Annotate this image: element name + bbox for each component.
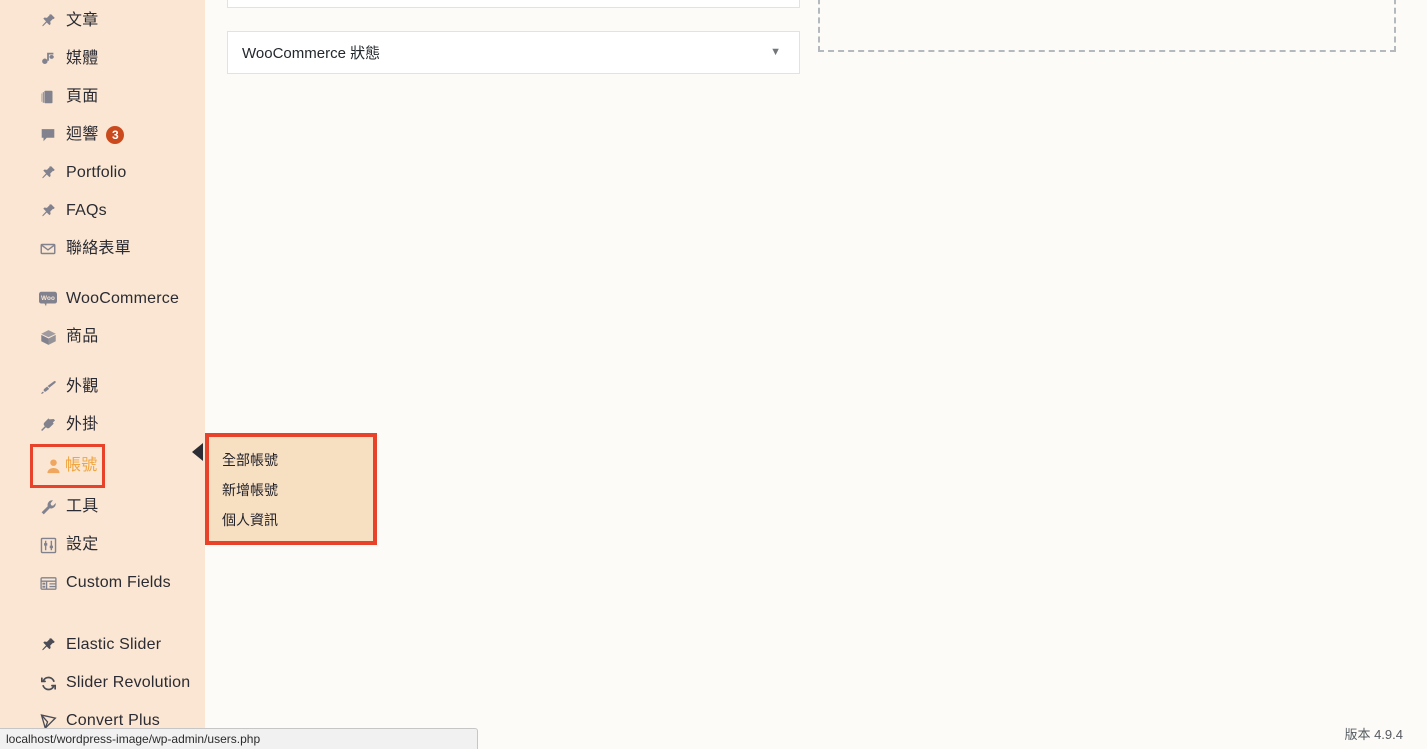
submenu-item-add-user[interactable]: 新增帳號 [209,475,373,505]
pin-icon [38,11,58,31]
sidebar-item-label: 工具 [66,498,99,515]
grid-icon [38,573,58,593]
chevron-down-icon[interactable]: ▼ [766,43,785,62]
sidebar-item-label: 文章 [66,12,99,29]
brush-icon [38,377,58,397]
sidebar-item-plugins[interactable]: 外掛 [0,406,205,444]
woocommerce-status-title: WooCommerce 狀態 [242,45,381,62]
admin-screen: 文章 媒體 頁面 迴響 3 Portfolio FAQs 聯絡表單 Woo Wo… [0,0,1427,749]
sidebar-item-label: 商品 [66,328,99,345]
woo-icon: Woo [38,289,58,309]
sidebar-item-contact-form[interactable]: 聯絡表單 [0,230,205,268]
users-submenu-popup: 全部帳號 新增帳號 個人資訊 [205,433,377,545]
sidebar-item-posts[interactable]: 文章 [0,2,205,40]
sidebar-item-label: 迴響 [66,126,99,143]
sidebar-item-label: 帳號 [65,457,98,474]
submenu-item-your-profile[interactable]: 個人資訊 [209,505,373,535]
sidebar-item-label: 媒體 [66,50,99,67]
pin-icon [38,163,58,183]
sidebar-item-woocommerce[interactable]: Woo WooCommerce [0,280,205,318]
pages-icon [38,87,58,107]
submenu-item-all-users[interactable]: 全部帳號 [209,445,373,475]
wordpress-version-label: 版本 4.9.4 [1344,727,1403,742]
main-content: WooCommerce 狀態 ▼ 版本 4.9.4 [205,0,1427,749]
menu-divider [0,356,205,368]
pin-icon [38,201,58,221]
sidebar-item-label: Convert Plus [66,712,160,729]
sidebar-item-label: Portfolio [66,164,127,181]
svg-text:Woo: Woo [41,295,55,302]
sidebar-item-elastic-slider[interactable]: Elastic Slider [0,626,205,664]
sidebar-item-custom-fields[interactable]: Custom Fields [0,564,205,602]
sidebar-item-tools[interactable]: 工具 [0,488,205,526]
sidebar-item-faqs[interactable]: FAQs [0,192,205,230]
sidebar-item-label: 聯絡表單 [66,240,131,257]
sidebar-item-products[interactable]: 商品 [0,318,205,356]
sidebar-item-label: 外掛 [66,416,99,433]
sidebar-item-label: 設定 [66,536,99,553]
metabox-panel-partial [227,0,800,8]
plug-icon [38,415,58,435]
wrench-icon [38,497,58,517]
sidebar-item-appearance[interactable]: 外觀 [0,368,205,406]
sidebar-item-slider-revolution[interactable]: Slider Revolution [0,664,205,702]
sidebar-item-label: Custom Fields [66,574,171,591]
comments-badge: 3 [106,126,125,144]
woocommerce-status-metabox[interactable]: WooCommerce 狀態 ▼ [227,31,800,74]
sidebar-item-settings[interactable]: 設定 [0,526,205,564]
browser-status-bar: localhost/wordpress-image/wp-admin/users… [0,728,478,749]
sidebar-item-comments[interactable]: 迴響 3 [0,116,205,154]
comment-icon [38,125,58,145]
sidebar-item-portfolio[interactable]: Portfolio [0,154,205,192]
box-icon [38,327,58,347]
refresh-icon [38,673,58,693]
sidebar-item-label: 頁面 [66,88,99,105]
sliders-icon [38,535,58,555]
admin-sidebar: 文章 媒體 頁面 迴響 3 Portfolio FAQs 聯絡表單 Woo Wo… [0,0,205,749]
sidebar-item-pages[interactable]: 頁面 [0,78,205,116]
menu-divider [0,602,205,626]
user-icon [43,456,63,476]
envelope-icon [38,239,58,259]
sidebar-item-users[interactable]: 帳號 [30,444,105,488]
submenu-pointer-arrow [192,443,203,461]
sidebar-item-label: Slider Revolution [66,674,191,691]
menu-divider [0,268,205,280]
sidebar-item-label: WooCommerce [66,290,180,307]
status-bar-url: localhost/wordpress-image/wp-admin/users… [6,732,261,746]
pin-icon [38,635,58,655]
metabox-dropzone-placeholder [818,0,1396,52]
sidebar-item-media[interactable]: 媒體 [0,40,205,78]
media-icon [38,49,58,69]
sidebar-item-label: Elastic Slider [66,636,162,653]
sidebar-item-label: 外觀 [66,378,99,395]
sidebar-item-label: FAQs [66,202,107,219]
